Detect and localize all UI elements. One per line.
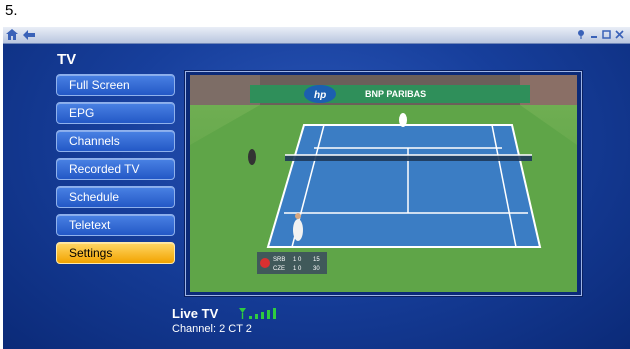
tennis-net (285, 155, 532, 161)
step-number: 5. (5, 2, 18, 19)
live-video-preview[interactable]: hp BNP PARIBAS SRB 1 0 15 CZE 1 0 30 (190, 75, 577, 292)
channel-info: Channel: 2 CT 2 (172, 323, 252, 335)
live-tv-label: Live TV (172, 306, 219, 321)
menu-item-schedule[interactable]: Schedule (56, 186, 175, 208)
page-title: TV (57, 51, 77, 68)
score-sets-2: 1 0 (293, 266, 302, 272)
ball-kid (248, 149, 256, 165)
banner-text: BNP PARIBAS (365, 89, 426, 99)
home-icon[interactable] (5, 28, 19, 41)
top-bar (3, 27, 630, 44)
menu-item-channels[interactable]: Channels (56, 130, 175, 152)
score-sets-1: 1 0 (293, 257, 302, 263)
pin-icon[interactable] (576, 29, 585, 39)
score-team-2: CZE (273, 266, 285, 272)
score-points-1: 15 (313, 257, 320, 263)
signal-strength-icon (239, 308, 276, 319)
close-icon[interactable] (615, 29, 624, 39)
video-preview-frame: hp BNP PARIBAS SRB 1 0 15 CZE 1 0 30 (185, 71, 582, 296)
menu-item-teletext[interactable]: Teletext (56, 214, 175, 236)
player-near (293, 219, 303, 241)
menu-item-settings[interactable]: Settings (56, 242, 175, 264)
restore-icon[interactable] (602, 29, 611, 39)
minimize-icon[interactable] (589, 29, 598, 39)
navigation-buttons (5, 28, 36, 41)
score-points-2: 30 (313, 266, 320, 272)
menu-item-recorded-tv[interactable]: Recorded TV (56, 158, 175, 180)
score-team-1: SRB (273, 257, 285, 263)
tennis-court (268, 125, 540, 247)
menu-item-full-screen[interactable]: Full Screen (56, 74, 175, 96)
player-far (399, 113, 407, 127)
media-center-window: TV Full Screen EPG Channels Recorded TV … (3, 27, 630, 349)
menu-item-epg[interactable]: EPG (56, 102, 175, 124)
window-controls (576, 29, 624, 39)
back-arrow-icon[interactable] (22, 28, 36, 41)
sponsor-text: hp (314, 90, 326, 101)
